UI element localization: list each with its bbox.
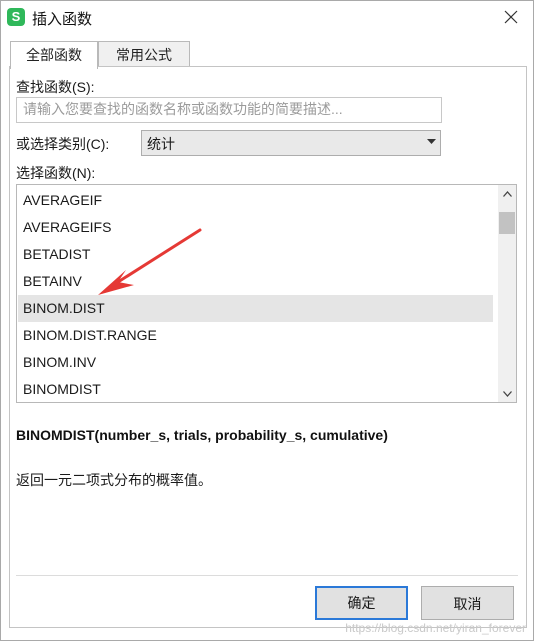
list-item[interactable]: BINOM.DIST.RANGE xyxy=(18,322,493,349)
divider xyxy=(16,575,518,576)
list-item[interactable]: BETADIST xyxy=(18,241,493,268)
search-field xyxy=(16,97,442,123)
scroll-up-button[interactable] xyxy=(498,185,516,202)
dialog-title: 插入函数 xyxy=(32,11,93,28)
insert-function-dialog: S 插入函数 全部函数 常用公式 查找函数(S): 或选择类别(C): 统计 选… xyxy=(0,0,534,641)
category-value: 统计 xyxy=(147,136,175,152)
function-description: 返回一元二项式分布的概率值。 xyxy=(16,472,212,488)
list-scrollbar[interactable] xyxy=(498,185,516,402)
list-item[interactable]: BINOM.INV xyxy=(18,349,493,376)
list-item-selected[interactable]: BINOM.DIST xyxy=(18,295,493,322)
tab-all-functions[interactable]: 全部函数 xyxy=(10,41,98,69)
app-logo-icon: S xyxy=(7,8,25,26)
list-item[interactable]: AVERAGEIFS xyxy=(18,214,493,241)
close-button[interactable] xyxy=(499,5,523,29)
watermark: https://blog.csdn.net/yiran_forever xyxy=(345,621,526,635)
cancel-button[interactable]: 取消 xyxy=(421,586,514,620)
title-bar: S 插入函数 xyxy=(1,1,533,35)
function-list[interactable]: AVERAGEIF AVERAGEIFS BETADIST BETAINV BI… xyxy=(16,184,517,403)
function-signature: BINOMDIST(number_s, trials, probability_… xyxy=(16,427,388,443)
ok-button[interactable]: 确定 xyxy=(315,586,408,620)
list-item[interactable]: BETAINV xyxy=(18,268,493,295)
search-input[interactable] xyxy=(17,98,441,120)
tab-common-formulas[interactable]: 常用公式 xyxy=(98,41,190,68)
category-select[interactable]: 统计 xyxy=(141,130,441,156)
search-label: 查找函数(S): xyxy=(16,79,95,95)
chevron-down-icon xyxy=(502,390,512,397)
function-list-label: 选择函数(N): xyxy=(16,165,96,181)
scrollbar-thumb[interactable] xyxy=(499,212,515,234)
list-item[interactable]: AVERAGEIF xyxy=(18,187,493,214)
scroll-down-button[interactable] xyxy=(498,385,516,402)
chevron-down-icon xyxy=(427,139,436,144)
category-label: 或选择类别(C): xyxy=(16,136,110,152)
close-icon xyxy=(504,10,518,24)
chevron-up-icon xyxy=(502,190,512,197)
list-item[interactable]: BINOMDIST xyxy=(18,376,493,402)
